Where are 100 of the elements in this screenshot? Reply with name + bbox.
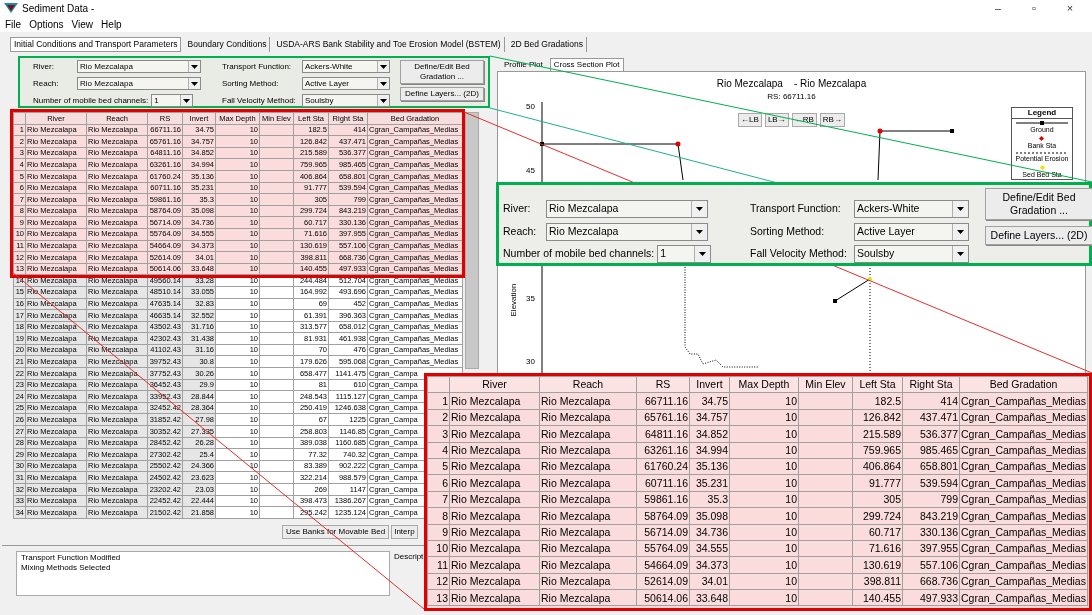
dropdown-field[interactable]: Active Layer	[854, 222, 969, 241]
tab[interactable]: 2D Bed Gradations	[507, 37, 587, 52]
dropdown-field[interactable]: Rio Mezcalapa	[546, 200, 708, 218]
table-cell: 65761.16	[636, 409, 690, 426]
table-cell: Rio Mezcalapa	[539, 540, 637, 557]
define-button[interactable]: Define Layers... (2D)	[400, 87, 484, 101]
dropdown-arrow-icon[interactable]	[377, 61, 389, 72]
dropdown-field[interactable]: Active Layer	[302, 77, 390, 90]
scrollbar[interactable]	[465, 112, 479, 369]
menu-item[interactable]: Options	[29, 16, 64, 32]
table-cell: Cgran_Campañas_Medias	[959, 573, 1088, 590]
window-title: Sediment Data -	[22, 1, 95, 16]
row-number: 8	[427, 507, 450, 524]
table-cell: 34.757	[689, 409, 730, 426]
plot-subtitle: RS: 66711.16	[767, 91, 816, 103]
table-cell: 437.471	[902, 409, 960, 426]
dropdown-field[interactable]: 1	[151, 94, 194, 107]
dropdown-field[interactable]: Soulsby	[302, 94, 390, 107]
field-label: Fall Velocity Method:	[222, 94, 297, 107]
table-cell: Rio Mezcalapa	[539, 409, 637, 426]
table-cell: 10	[729, 524, 799, 541]
field-label: Number of mobile bed channels:	[503, 246, 655, 262]
table-cell: 140.455	[852, 589, 903, 606]
table-cell: Rio Mezcalapa	[449, 409, 540, 426]
table-cell: Rio Mezcalapa	[449, 392, 540, 410]
table-cell: Rio Mezcalapa	[449, 458, 540, 475]
plot-title: Rio Mezcalapa - Rio Mezcalapa	[716, 77, 867, 91]
bank-button[interactable]: LB→	[764, 113, 789, 127]
dropdown-arrow-icon[interactable]	[377, 78, 389, 89]
y-tick-label: 30	[526, 358, 535, 366]
dropdown-arrow-icon[interactable]	[188, 78, 200, 89]
window-control[interactable]: ▫	[1016, 0, 1052, 17]
y-tick-label: 50	[526, 103, 535, 111]
table-cell: 58764.09	[636, 507, 690, 524]
row-number: 13	[427, 589, 450, 606]
field-label: Sorting Method:	[222, 77, 280, 90]
column-header: Right Sta	[902, 376, 960, 393]
dropdown-field[interactable]: 1	[657, 245, 712, 263]
table-cell: 305	[852, 491, 903, 508]
table-cell: Rio Mezcalapa	[449, 474, 540, 492]
column-header: Left Sta	[852, 376, 903, 393]
tab[interactable]: Boundary Conditions	[184, 37, 271, 52]
table-cell: 406.864	[852, 458, 903, 475]
table-cell: 34.555	[689, 540, 730, 557]
field-label: River:	[33, 60, 55, 73]
table-cell: 843.219	[902, 507, 960, 524]
diamond-icon	[1039, 136, 1045, 141]
table-cell: 10	[729, 507, 799, 524]
dropdown-field[interactable]: Rio Mezcalapa	[546, 222, 708, 241]
dropdown-field[interactable]: Rio Mezcalapa	[77, 77, 201, 90]
table-cell: 66711.16	[636, 392, 690, 410]
table-cell: Cgran_Campañas_Medias	[959, 589, 1088, 606]
table-cell: 10	[729, 540, 799, 557]
app-logo-icon	[4, 3, 18, 13]
table-cell: 539.594	[902, 474, 960, 492]
table-cell: 61760.24	[636, 458, 690, 475]
bank-button[interactable]: RB→	[819, 113, 845, 127]
window-control[interactable]: –	[980, 0, 1016, 17]
column-header: Reach	[539, 376, 637, 393]
bank-button[interactable]: ←LB	[738, 113, 762, 127]
table-cell: 10	[729, 458, 799, 475]
dropdown-field[interactable]: Ackers-White	[302, 60, 390, 73]
tab[interactable]: Initial Conditions and Transport Parameters	[10, 37, 182, 52]
table-cell: Cgran_Campañas_Medias	[959, 474, 1088, 492]
table-cell: 35.3	[689, 491, 730, 508]
table-cell: 35.136	[689, 458, 730, 475]
dropdown-arrow-icon[interactable]	[188, 61, 200, 72]
define-button[interactable]: Define Layers... (2D)	[985, 226, 1092, 246]
table-button[interactable]: Interp	[391, 524, 418, 539]
dropdown-arrow-icon[interactable]	[180, 95, 193, 106]
table-cell: 34.373	[689, 556, 730, 574]
table-cell: Cgran_Campañas_Medias	[959, 425, 1088, 443]
dropdown-field[interactable]: Rio Mezcalapa	[77, 60, 201, 73]
table-cell: 126.842	[852, 409, 903, 426]
table-cell: 536.377	[902, 425, 960, 443]
table-cell: Rio Mezcalapa	[539, 392, 637, 410]
table-cell: Rio Mezcalapa	[539, 573, 637, 590]
table-button[interactable]: Use Banks for Movable Bed	[282, 524, 390, 539]
dropdown-arrow-icon[interactable]	[377, 95, 389, 106]
tab[interactable]: USDA-ARS Bank Stability and Toe Erosion Model (BSTEM)	[273, 37, 505, 52]
dropdown-field[interactable]: Ackers-White	[854, 200, 969, 218]
table-cell: 299.724	[852, 507, 903, 524]
row-number: 3	[427, 425, 450, 443]
menu-item[interactable]: View	[71, 16, 94, 32]
table-cell: Rio Mezcalapa	[449, 540, 540, 557]
plot-tab[interactable]: Cross Section Plot	[549, 58, 624, 71]
table-cell: 10	[729, 573, 799, 590]
menu-item[interactable]: File	[5, 16, 22, 32]
table-cell: 60.717	[852, 524, 903, 541]
table-cell: 55764.09	[636, 540, 690, 557]
menu-item[interactable]: Help	[101, 16, 122, 32]
window-control[interactable]: ×	[1052, 0, 1088, 17]
field-label: Transport Function:	[750, 201, 842, 217]
table-cell: Rio Mezcalapa	[449, 556, 540, 574]
define-button[interactable]: Define/Edit Bed Gradation ...	[985, 188, 1092, 221]
table-cell: 497.933	[902, 589, 960, 606]
table-cell: Rio Mezcalapa	[449, 425, 540, 443]
dropdown-field[interactable]: Soulsby	[854, 245, 969, 263]
table-cell: 35.231	[689, 474, 730, 492]
define-button[interactable]: Define/Edit Bed Gradation ...	[400, 60, 484, 84]
